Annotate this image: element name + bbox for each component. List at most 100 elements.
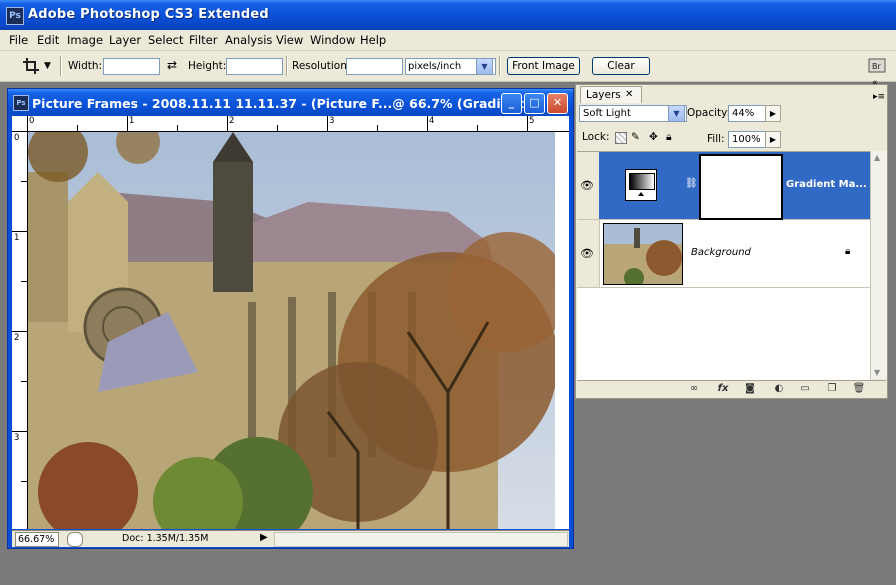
- horizontal-scrollbar[interactable]: [274, 532, 568, 547]
- close-button[interactable]: ✕: [547, 93, 568, 114]
- ruler-top-2: 2: [229, 116, 235, 126]
- menu-select[interactable]: Select: [148, 33, 183, 47]
- menu-view[interactable]: View: [276, 33, 303, 47]
- width-label: Width:: [68, 60, 103, 72]
- document-title: Picture Frames - 2008.11.11 11.11.37 - (…: [32, 96, 539, 111]
- opacity-value: 44%: [732, 108, 755, 119]
- panel-menu-icon[interactable]: ▸≡: [873, 92, 885, 102]
- swap-dimensions-icon[interactable]: ⇄: [167, 58, 177, 72]
- eye-cell[interactable]: 👁︎: [577, 152, 600, 219]
- layers-tab-label: Layers: [586, 89, 621, 101]
- opacity-label: Opacity:: [687, 107, 731, 119]
- tool-preset-chevron-icon[interactable]: ▼: [44, 61, 51, 71]
- ruler-top-1: 1: [129, 116, 135, 126]
- new-layer-icon[interactable]: ❐: [825, 383, 839, 395]
- ruler-left-ticks: [12, 131, 27, 482]
- new-group-icon[interactable]: ▭: [798, 383, 812, 395]
- layer-lock-icon: 🔒︎: [845, 246, 851, 257]
- lock-all-icon[interactable]: 🔒︎: [666, 131, 672, 144]
- visibility-eye-icon[interactable]: 👁︎: [580, 179, 596, 192]
- document-ps-icon: Ps: [13, 95, 29, 111]
- document-window[interactable]: Ps Picture Frames - 2008.11.11 11.11.37 …: [7, 88, 574, 549]
- canvas-margin: [555, 132, 569, 529]
- opacity-input[interactable]: 44%: [728, 105, 767, 122]
- divider: [499, 56, 501, 76]
- blend-mode-arrow-icon[interactable]: ▼: [668, 105, 685, 122]
- resolution-label: Resolution:: [292, 60, 351, 72]
- menu-window[interactable]: Window: [310, 33, 355, 47]
- fill-input[interactable]: 100%: [728, 131, 767, 148]
- ruler-left-0: 0: [14, 133, 20, 143]
- layer-row-gradient-map[interactable]: 👁︎ ⛓︎ Gradient Ma...: [577, 152, 870, 220]
- zoom-field[interactable]: 66.67%: [15, 532, 59, 547]
- menu-analysis[interactable]: Analysis: [225, 33, 272, 47]
- image-canvas[interactable]: [28, 132, 555, 529]
- divider: [286, 56, 288, 76]
- delete-layer-icon[interactable]: 🗑︎: [852, 383, 866, 395]
- status-menu-arrow-icon[interactable]: ▶: [260, 532, 268, 543]
- panel-collapse-icon[interactable]: «: [872, 78, 878, 88]
- layer-row-background[interactable]: 👁︎ Background 🔒︎: [577, 220, 870, 288]
- layers-tab[interactable]: Layers ✕: [580, 86, 642, 103]
- layers-panel: Layers ✕ « ▸≡ Soft Light ▼ Opacity: 44% …: [575, 78, 888, 399]
- gradient-map-adjustment-icon: [625, 169, 657, 201]
- menu-edit[interactable]: Edit: [37, 33, 59, 47]
- height-label: Height:: [188, 60, 227, 72]
- lock-label: Lock:: [582, 131, 610, 143]
- menu-layer[interactable]: Layer: [109, 33, 141, 47]
- units-value: pixels/inch: [408, 61, 462, 72]
- visibility-eye-icon[interactable]: 👁︎: [580, 247, 596, 260]
- clear-button[interactable]: Clear: [592, 57, 650, 75]
- layer-mask-link-icon[interactable]: ⛓︎: [685, 178, 698, 189]
- add-mask-icon[interactable]: ◙: [743, 383, 757, 395]
- width-input[interactable]: [103, 58, 160, 75]
- ruler-vertical: 0 1 2 3: [12, 131, 28, 529]
- cathedral-photo: [28, 132, 555, 529]
- layers-scrollbar[interactable]: ▲ ▼: [870, 151, 887, 379]
- svg-text:Br: Br: [872, 62, 881, 71]
- units-dropdown-arrow-icon[interactable]: ▼: [476, 58, 493, 75]
- menu-help[interactable]: Help: [360, 33, 386, 47]
- options-bar: ▼ Width: ⇄ Height: Resolution: pixels/in…: [0, 51, 896, 82]
- fill-value: 100%: [732, 134, 761, 145]
- resolution-input[interactable]: [346, 58, 403, 75]
- layer-style-fx-icon[interactable]: fx: [716, 383, 730, 395]
- document-title-bar[interactable]: Ps Picture Frames - 2008.11.11 11.11.37 …: [8, 89, 573, 116]
- layer-list: 👁︎ ⛓︎ Gradient Ma... 👁︎ Background 🔒︎: [577, 151, 870, 380]
- menu-file[interactable]: File: [9, 33, 28, 47]
- scroll-down-arrow-icon[interactable]: ▼: [874, 368, 880, 377]
- ruler-top-5: 5: [529, 116, 535, 126]
- menu-filter[interactable]: Filter: [189, 33, 217, 47]
- opacity-slider-arrow-icon[interactable]: ▶: [765, 105, 781, 122]
- menu-image[interactable]: Image: [67, 33, 103, 47]
- layer-name[interactable]: Background: [691, 247, 751, 258]
- bridge-icon[interactable]: Br: [866, 56, 888, 76]
- fill-slider-arrow-icon[interactable]: ▶: [765, 131, 781, 148]
- maximize-button[interactable]: □: [524, 93, 545, 114]
- adjustment-layer-icon[interactable]: ◐: [772, 383, 786, 395]
- lock-position-icon[interactable]: ✥: [649, 131, 658, 143]
- status-options-icon[interactable]: [67, 532, 83, 547]
- front-image-button[interactable]: Front Image: [507, 57, 580, 75]
- link-layers-icon[interactable]: ∞: [687, 383, 701, 395]
- close-tab-icon[interactable]: ✕: [625, 87, 633, 103]
- photoshop-logo-icon: Ps: [6, 7, 24, 25]
- ruler-top-4: 4: [429, 116, 435, 126]
- ruler-top-0: 0: [29, 116, 35, 126]
- divider: [60, 56, 62, 76]
- minimize-button[interactable]: _: [501, 93, 522, 114]
- height-input[interactable]: [226, 58, 283, 75]
- app-title: Adobe Photoshop CS3 Extended: [28, 7, 269, 22]
- layer-name[interactable]: Gradient Ma...: [786, 179, 867, 190]
- ruler-top-3: 3: [329, 116, 335, 126]
- scroll-up-arrow-icon[interactable]: ▲: [874, 153, 880, 162]
- ruler-left-2: 2: [14, 333, 20, 343]
- lock-image-pixels-icon[interactable]: ✎: [631, 131, 640, 143]
- lock-transparent-pixels-icon[interactable]: [615, 132, 627, 144]
- eye-cell[interactable]: 👁︎: [577, 220, 600, 287]
- layers-panel-footer: ∞ fx ◙ ◐ ▭ ❐ 🗑︎: [577, 380, 886, 398]
- crop-tool-icon[interactable]: [22, 57, 40, 75]
- background-thumbnail[interactable]: [603, 223, 683, 285]
- layer-mask-thumbnail[interactable]: [699, 154, 783, 220]
- ruler-left-3: 3: [14, 433, 20, 443]
